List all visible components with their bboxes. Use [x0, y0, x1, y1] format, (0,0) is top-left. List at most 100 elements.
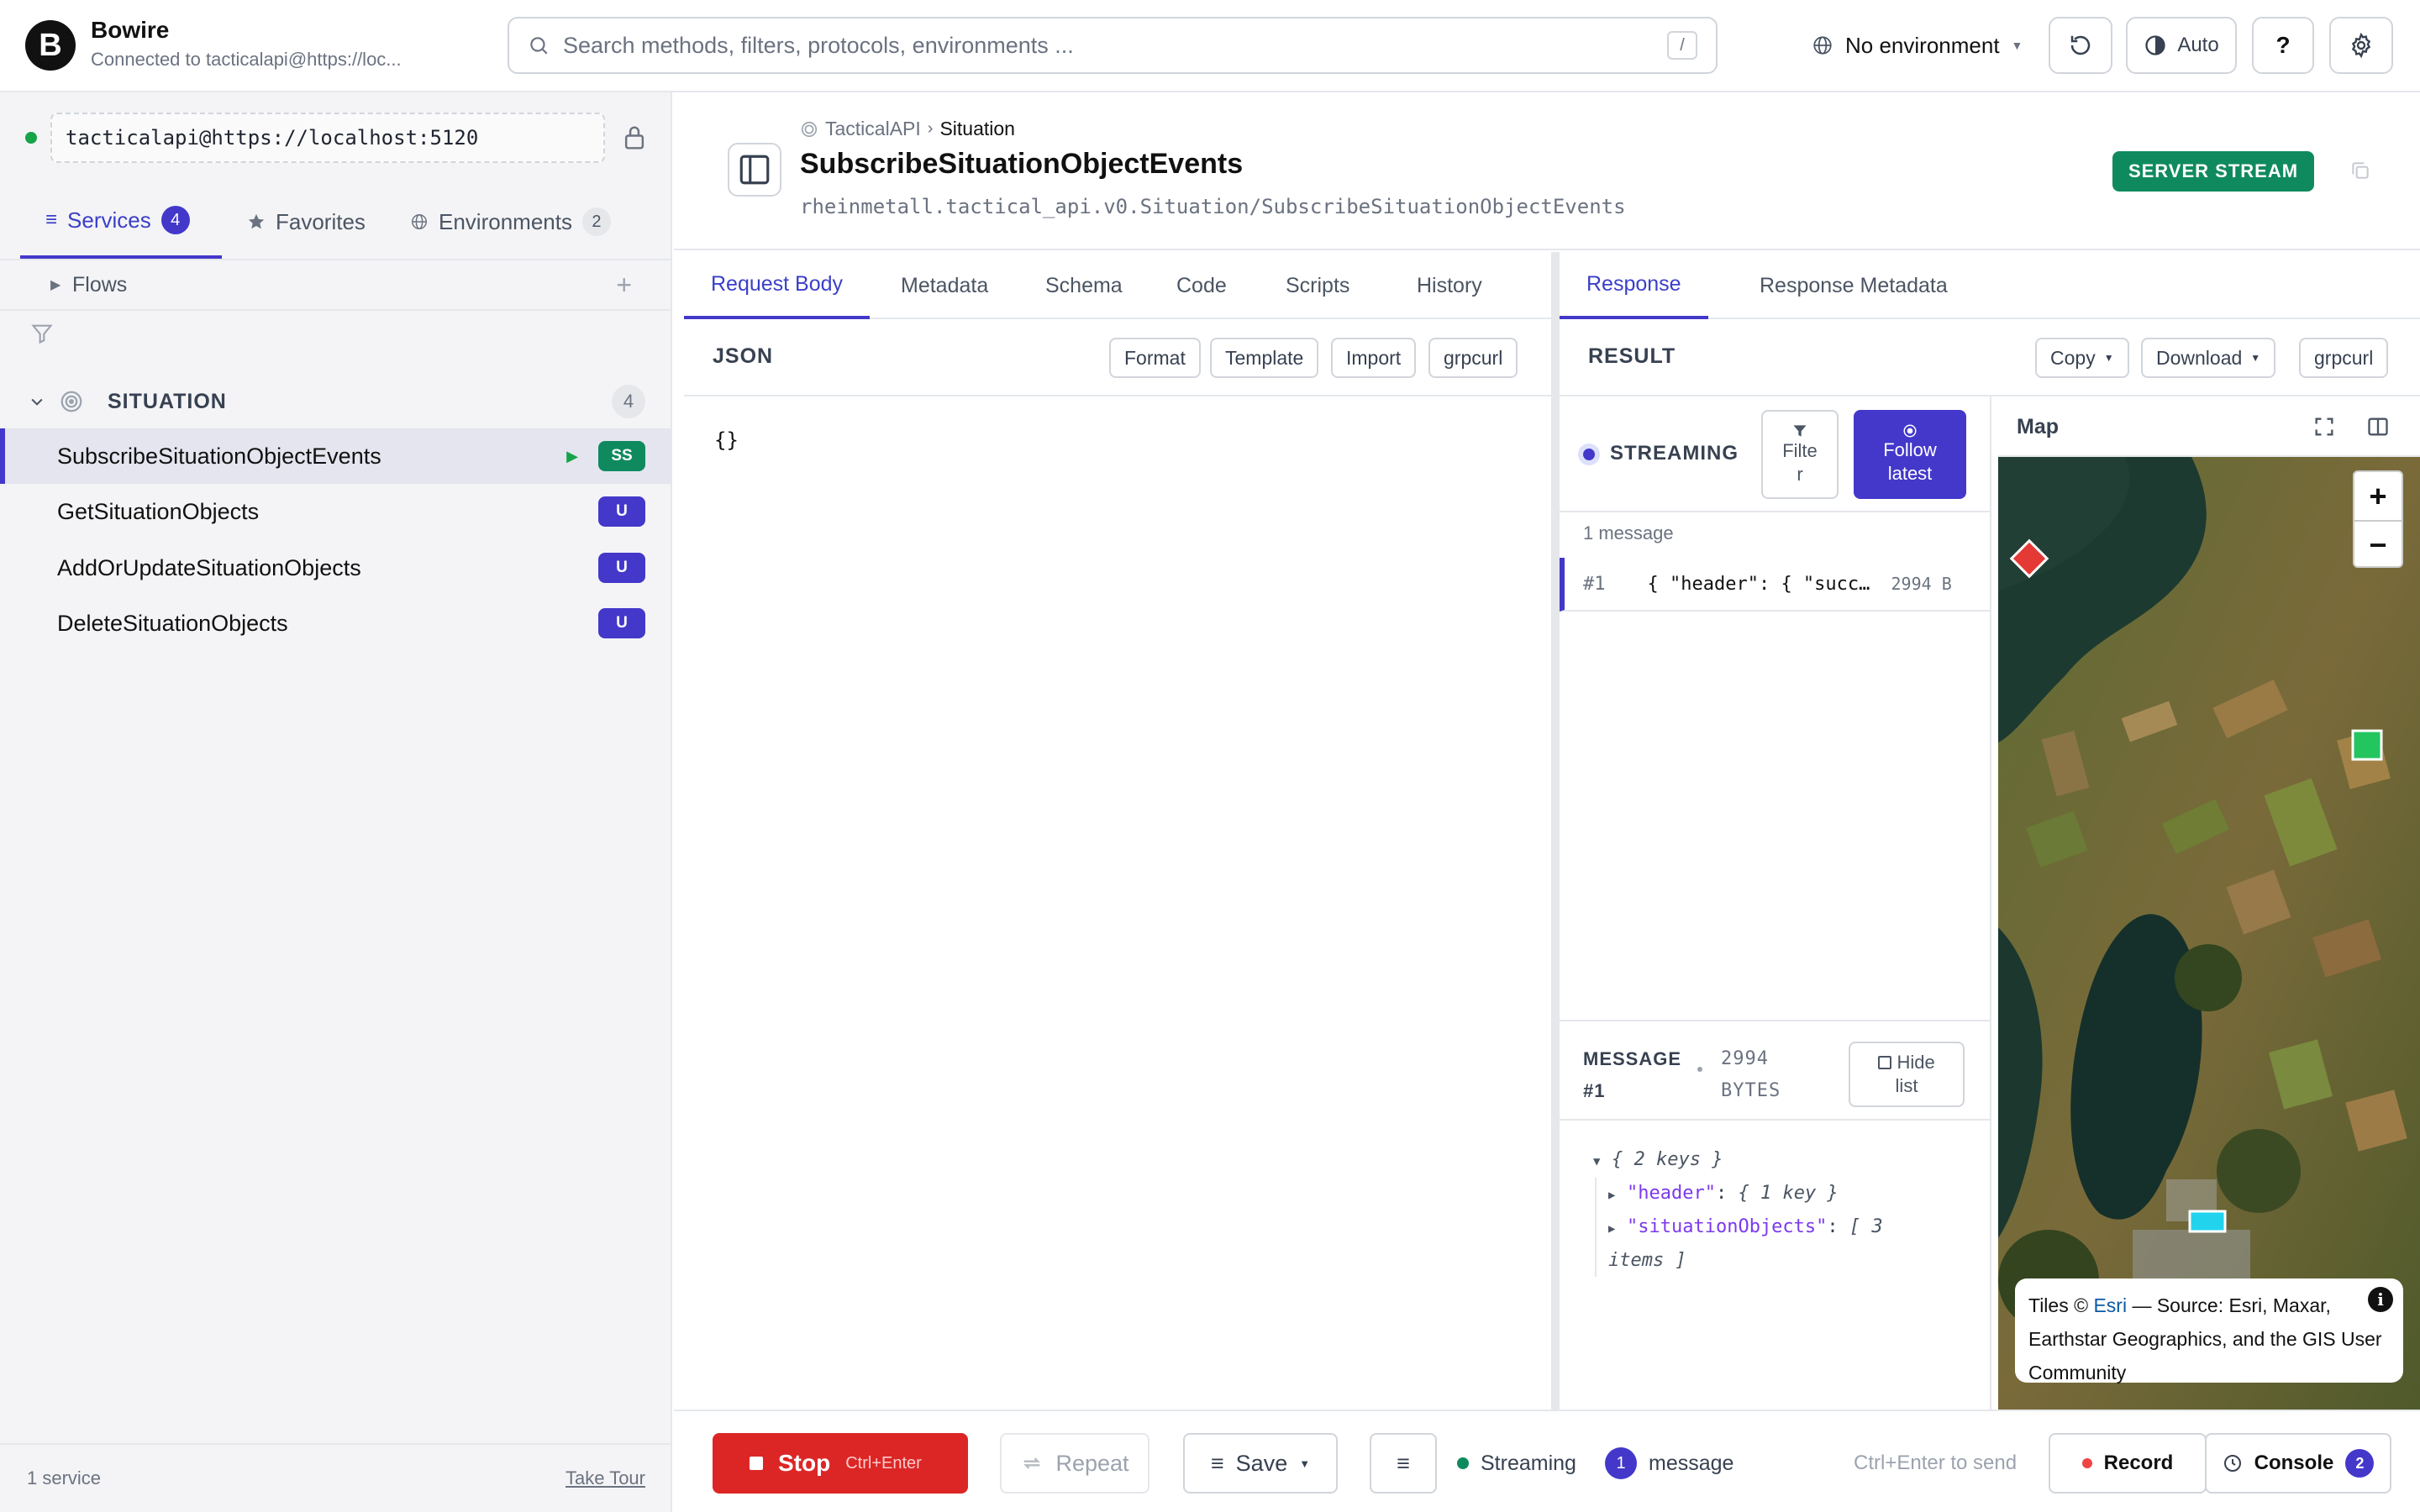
map-marker-square[interactable]: [2351, 729, 2383, 761]
record-dot-icon: [2081, 1458, 2092, 1468]
info-icon[interactable]: i: [2368, 1287, 2393, 1312]
radio-dot-icon: [1902, 423, 1918, 438]
template-button[interactable]: Template: [1210, 338, 1319, 378]
theme-label: Auto: [2177, 34, 2219, 56]
method-full-path: rheinmetall.tactical_api.v0.Situation/Su…: [800, 195, 1626, 218]
flows-label: Flows: [72, 272, 128, 297]
tree-node-header[interactable]: ▶ "header": { 1 key }: [1608, 1178, 1883, 1211]
tab-response[interactable]: Response: [1560, 252, 1708, 319]
tree-children: ▶ "header": { 1 key } ▶ "situationObjects"…: [1595, 1178, 1883, 1277]
method-item-delete-situation-objects[interactable]: DeleteSituationObjects U: [0, 596, 672, 651]
filter-toggle[interactable]: [30, 312, 54, 354]
stop-button[interactable]: Stop Ctrl+Enter: [713, 1433, 968, 1494]
split-view-icon[interactable]: [2366, 415, 2390, 438]
theme-toggle-button[interactable]: Auto: [2126, 17, 2237, 74]
grpcurl-button[interactable]: grpcurl: [1428, 338, 1518, 378]
flows-section[interactable]: ▶ Flows +: [0, 260, 672, 311]
top-bar: B Bowire Connected to tacticalapi@https:…: [0, 0, 2420, 92]
take-tour-link[interactable]: Take Tour: [566, 1467, 645, 1489]
service-group-count: 4: [612, 385, 645, 418]
message-count-badge: 1: [1605, 1447, 1637, 1479]
follow-latest-button[interactable]: Follow latest: [1854, 410, 1966, 499]
console-button[interactable]: Console 2: [2205, 1433, 2391, 1494]
stream-header: STREAMING Filte r Follow latest: [1560, 396, 1990, 512]
global-search[interactable]: Search methods, filters, protocols, envi…: [508, 17, 1718, 74]
tab-scripts[interactable]: Scripts: [1259, 252, 1376, 319]
service-count-label: 1 service: [27, 1467, 102, 1488]
map-marker-rect[interactable]: [2188, 1210, 2227, 1233]
contrast-icon: [2144, 34, 2167, 57]
search-input[interactable]: Search methods, filters, protocols, envi…: [563, 33, 1667, 59]
connection-url-field[interactable]: tacticalapi@https://localhost:5120: [50, 113, 605, 163]
breadcrumb-service[interactable]: TacticalAPI: [825, 118, 921, 140]
hide-list-text-line1: Hide: [1897, 1052, 1935, 1073]
refresh-button[interactable]: [2049, 17, 2112, 74]
sidebar: tacticalapi@https://localhost:5120 ≡ Ser…: [0, 92, 672, 1512]
settings-button[interactable]: [2329, 17, 2393, 74]
message-count-label: message: [1649, 1451, 1734, 1475]
tab-schema[interactable]: Schema: [1018, 252, 1150, 319]
hide-list-button[interactable]: Hide list: [1849, 1042, 1965, 1107]
service-group-situation[interactable]: SITUATION 4: [0, 375, 672, 428]
tree-root-summary: { 2 keys }: [1612, 1149, 1723, 1170]
send-shortcut-hint: Ctrl+Enter to send: [1854, 1452, 2018, 1474]
esri-link[interactable]: Esri: [2093, 1294, 2127, 1316]
separator-dot: [1697, 1067, 1702, 1072]
tree-value-summary: [ 3: [1849, 1216, 1883, 1237]
collapsed-triangle-icon: ▶: [1608, 1222, 1616, 1236]
menu-button[interactable]: ≡: [1370, 1433, 1437, 1494]
tab-metadata[interactable]: Metadata: [874, 252, 1015, 319]
search-icon: [528, 34, 550, 56]
menu-icon: ≡: [1397, 1450, 1410, 1476]
tab-history[interactable]: History: [1390, 252, 1509, 319]
json-editor[interactable]: {}: [714, 428, 739, 452]
record-button[interactable]: Record: [2049, 1433, 2207, 1494]
tab-code[interactable]: Code: [1150, 252, 1254, 319]
tab-request-body[interactable]: Request Body: [684, 252, 871, 319]
help-button[interactable]: ?: [2252, 17, 2314, 74]
tab-environments[interactable]: Environments 2: [385, 185, 636, 259]
copy-button[interactable]: Copy ▼: [2035, 338, 2129, 378]
follow-label-line1: Follow: [1883, 439, 1937, 460]
download-button[interactable]: Download ▼: [2141, 338, 2276, 378]
method-item-subscribe-situation-object-events[interactable]: SubscribeSituationObjectEvents ▶ SS: [0, 428, 672, 484]
fullscreen-icon[interactable]: [2312, 415, 2336, 438]
tree-root-node[interactable]: ▼ { 2 keys }: [1593, 1144, 1883, 1178]
copy-icon[interactable]: [2349, 160, 2371, 181]
format-button[interactable]: Format: [1109, 338, 1201, 378]
message-detail-title-line2: #1: [1583, 1080, 1606, 1101]
collapsed-triangle-icon: ▶: [1608, 1189, 1616, 1202]
response-pane: Response Response Metadata RESULT Copy ▼…: [1560, 252, 2420, 1410]
result-toolbar: RESULT Copy ▼ Download ▼ grpcurl: [1560, 319, 2420, 396]
filter-icon: [30, 322, 54, 345]
filter-messages-button[interactable]: Filte r: [1761, 410, 1839, 499]
stream-message-row[interactable]: #1 { "header": { "success": true 2994 B: [1560, 558, 1990, 612]
save-button[interactable]: ≡ Save ▼: [1183, 1433, 1338, 1494]
tab-response-metadata[interactable]: Response Metadata: [1733, 252, 1975, 319]
response-grpcurl-button[interactable]: grpcurl: [2299, 338, 2389, 378]
stop-icon: [750, 1457, 763, 1470]
method-item-get-situation-objects[interactable]: GetSituationObjects U: [0, 484, 672, 539]
chevron-down-icon: ▼: [2250, 352, 2261, 364]
json-tree-viewer[interactable]: ▼{ 2 keys } ▶ "header": { 1 key } ▶ "situa…: [1593, 1144, 1883, 1277]
zoom-in-button[interactable]: +: [2354, 472, 2402, 520]
environment-selector[interactable]: No environment ▼: [1812, 29, 2023, 62]
globe-icon: [1812, 34, 1833, 56]
tab-favorites[interactable]: Favorites: [222, 185, 391, 259]
tree-node-situation-objects[interactable]: ▶ "situationObjects": [ 3: [1608, 1211, 1883, 1245]
import-button[interactable]: Import: [1331, 338, 1417, 378]
method-item-add-or-update-situation-objects[interactable]: AddOrUpdateSituationObjects U: [0, 540, 672, 596]
pane-splitter[interactable]: [1551, 252, 1560, 1410]
search-shortcut: /: [1667, 31, 1697, 60]
filter-icon: [1791, 423, 1808, 439]
zoom-out-button[interactable]: −: [2354, 520, 2402, 568]
toggle-sidebar-button[interactable]: [728, 143, 781, 197]
method-header: TacticalAPI › Situation SubscribeSituati…: [674, 92, 2420, 250]
repeat-button[interactable]: Repeat: [1000, 1433, 1150, 1494]
add-flow-icon[interactable]: +: [616, 270, 632, 301]
satellite-map[interactable]: + − Tiles © Esri — Source: Esri, Maxar, …: [1998, 457, 2420, 1410]
filter-label-line2: r: [1797, 464, 1803, 485]
lock-icon[interactable]: [622, 124, 647, 151]
tab-services[interactable]: ≡ Services 4: [20, 185, 222, 259]
stop-shortcut-hint: Ctrl+Enter: [845, 1453, 922, 1473]
